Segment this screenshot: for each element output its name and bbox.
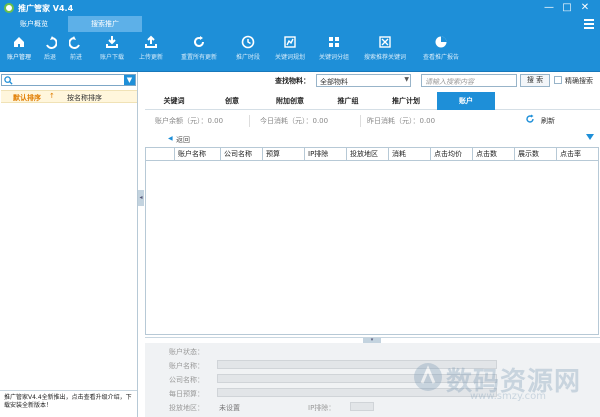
account-manage-button[interactable]: 账户管理 bbox=[2, 35, 36, 69]
tab-creatives[interactable]: 创意 bbox=[203, 92, 261, 110]
find-bar: 查找物料： 全部物料 ▼ 请输入搜索内容 搜 索 精确搜索 bbox=[145, 74, 600, 88]
upload-icon bbox=[144, 35, 158, 49]
column-header[interactable]: 点击均价 bbox=[430, 148, 472, 161]
tab-extra-creatives[interactable]: 附加创意 bbox=[261, 92, 319, 110]
watermark-url: www.smzy.com bbox=[470, 391, 547, 402]
search-icon bbox=[4, 76, 13, 85]
recommend-icon bbox=[378, 35, 392, 49]
tab-account[interactable]: 账户 bbox=[437, 92, 495, 110]
keyword-grouping-button[interactable]: 关键词分组 bbox=[314, 35, 354, 69]
maximize-button[interactable]: □ bbox=[560, 1, 574, 15]
back-row: ◀ 返回 bbox=[145, 134, 600, 146]
divider bbox=[249, 115, 250, 127]
column-header[interactable]: 预算 bbox=[262, 148, 304, 161]
refresh-button[interactable]: 刷新 bbox=[541, 116, 555, 126]
account-download-button[interactable]: 账户下载 bbox=[94, 35, 130, 69]
clock-icon bbox=[241, 35, 255, 49]
promotion-schedule-button[interactable]: 推广时段 bbox=[230, 35, 266, 69]
column-header[interactable]: 消耗 bbox=[388, 148, 430, 161]
close-button[interactable]: ✕ bbox=[578, 1, 592, 15]
tab-account-overview[interactable]: 账户概览 bbox=[0, 16, 68, 32]
material-select[interactable]: 全部物料 ▼ bbox=[316, 74, 411, 87]
undo-icon bbox=[43, 35, 58, 49]
chevron-down-icon[interactable]: ▼ bbox=[124, 75, 135, 85]
download-icon bbox=[105, 35, 119, 49]
view-report-button[interactable]: 查看推广报告 bbox=[416, 35, 466, 69]
redo-button[interactable]: 前进 bbox=[64, 35, 88, 69]
undo-button[interactable]: 后退 bbox=[38, 35, 62, 69]
account-status-label: 账户状态： bbox=[169, 348, 204, 356]
tab-search-promotion[interactable]: 搜索推广 bbox=[68, 16, 142, 32]
upgrade-notice[interactable]: 推广管家V4.4全新推出，点击查看升级介绍，下载安装全新版本！ bbox=[0, 390, 137, 417]
column-header[interactable]: 点击率 bbox=[556, 148, 598, 161]
region-label: 投放地区： bbox=[169, 404, 204, 412]
reset-icon bbox=[192, 35, 206, 49]
splitter[interactable]: ▾ bbox=[145, 337, 600, 343]
company-name-label: 公司名称： bbox=[169, 376, 204, 384]
ip-exclude-field bbox=[350, 402, 374, 411]
reset-all-updates-button[interactable]: 重置所有更新 bbox=[171, 35, 227, 69]
account-name-label: 账户名称： bbox=[169, 362, 204, 370]
redo-icon bbox=[68, 35, 83, 49]
home-icon bbox=[12, 35, 26, 49]
column-header[interactable]: 点击数 bbox=[472, 148, 514, 161]
tab-ad-groups[interactable]: 推广组 bbox=[319, 92, 377, 110]
tab-keywords[interactable]: 关键词 bbox=[145, 92, 203, 110]
balance-bar: 账户余额（元）：0.00 今日消耗（元）：0.00 昨日消耗（元）：0.00 刷… bbox=[145, 113, 600, 129]
account-table: 账户名称 公司名称 预算 IP排除 投放地区 消耗 点击均价 点击数 展示数 点… bbox=[145, 147, 599, 335]
ip-exclude-label: IP排除： bbox=[308, 404, 336, 412]
app-logo-icon bbox=[4, 3, 14, 13]
left-search-input[interactable]: ▼ bbox=[1, 74, 136, 86]
divider bbox=[360, 115, 361, 127]
watermark: 数码资源网 www.smzy.com bbox=[412, 357, 592, 403]
menu-icon[interactable] bbox=[584, 19, 594, 29]
table-header: 账户名称 公司名称 预算 IP排除 投放地区 消耗 点击均价 点击数 展示数 点… bbox=[146, 148, 598, 161]
sort-by-name[interactable]: 按名称排序 bbox=[67, 93, 102, 103]
filter-dropdown-icon[interactable] bbox=[586, 134, 594, 140]
account-balance: 账户余额（元）：0.00 bbox=[155, 117, 224, 125]
daily-budget-label: 每日预算： bbox=[169, 390, 204, 398]
search-recommend-keywords-button[interactable]: 搜索推荐关键词 bbox=[357, 35, 413, 69]
report-icon bbox=[434, 35, 448, 49]
account-detail-form: 账户状态： 账户名称： 公司名称： 每日预算： 投放地区： 未设置 IP排除： … bbox=[145, 343, 600, 417]
minimize-button[interactable]: — bbox=[542, 1, 556, 15]
form-row: 账户状态： bbox=[145, 346, 600, 356]
find-label: 查找物料： bbox=[275, 77, 310, 85]
back-arrow-icon[interactable]: ◀ bbox=[168, 135, 173, 142]
search-button[interactable]: 搜 索 bbox=[520, 74, 550, 87]
sort-bar: 默认排序 ↑ 按名称排序 bbox=[1, 90, 137, 103]
exact-search-label: 精确搜索 bbox=[565, 77, 593, 85]
column-header[interactable]: 展示数 bbox=[514, 148, 556, 161]
column-header[interactable]: 账户名称 bbox=[174, 148, 220, 161]
column-header[interactable]: IP排除 bbox=[304, 148, 346, 161]
chevron-down-icon: ▼ bbox=[404, 76, 409, 83]
back-link[interactable]: 返回 bbox=[176, 135, 190, 145]
keyword-planner-button[interactable]: 关键词规划 bbox=[270, 35, 310, 69]
search-input[interactable]: 请输入搜索内容 bbox=[421, 74, 517, 87]
region-value: 未设置 bbox=[219, 404, 240, 412]
yesterday-spend: 昨日消耗（元）：0.00 bbox=[367, 117, 436, 125]
top-tab-bar: 账户概览 搜索推广 bbox=[0, 16, 600, 32]
toolbar: 账户管理 后退 前进 账户下载 上传更新 重置所有更新 推广时段 关键词规划 关… bbox=[0, 32, 600, 72]
sort-default[interactable]: 默认排序 bbox=[13, 93, 41, 103]
column-header[interactable]: 公司名称 bbox=[220, 148, 262, 161]
form-row: 投放地区： 未设置 IP排除： bbox=[145, 402, 600, 412]
watermark-logo-icon bbox=[414, 363, 442, 391]
group-icon bbox=[327, 35, 341, 49]
material-tabs: 关键词 创意 附加创意 推广组 推广计划 账户 bbox=[145, 92, 600, 110]
collapse-left-handle[interactable]: ◂ bbox=[138, 190, 144, 206]
sort-up-icon: ↑ bbox=[49, 92, 55, 100]
keyword-icon bbox=[283, 35, 297, 49]
upload-update-button[interactable]: 上传更新 bbox=[133, 35, 169, 69]
title-bar: 推广管家 V4.4 — □ ✕ bbox=[0, 0, 600, 16]
today-spend: 今日消耗（元）：0.00 bbox=[260, 117, 329, 125]
column-header[interactable]: 投放地区 bbox=[346, 148, 388, 161]
exact-search-checkbox[interactable] bbox=[554, 76, 562, 84]
app-title: 推广管家 V4.4 bbox=[18, 4, 74, 13]
refresh-icon[interactable] bbox=[525, 114, 535, 124]
account-tree-pane: ▼ 默认排序 ↑ 按名称排序 推广管家V4.4全新推出，点击查看升级介绍，下载安… bbox=[0, 72, 138, 417]
tab-campaigns[interactable]: 推广计划 bbox=[377, 92, 435, 110]
